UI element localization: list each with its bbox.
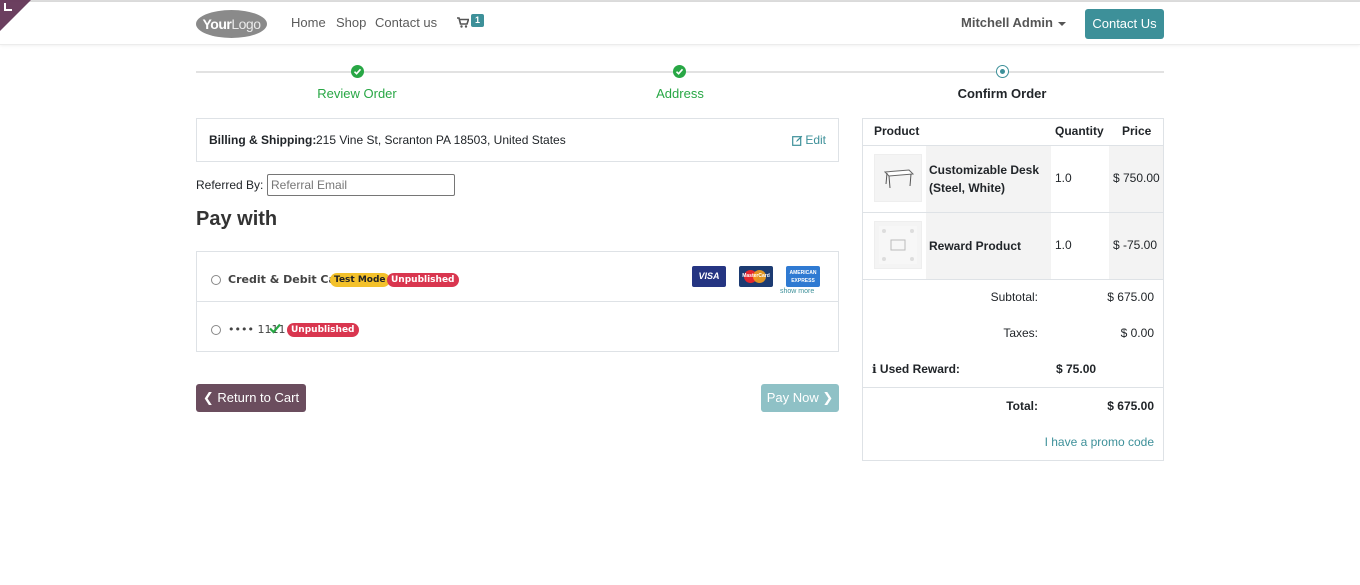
billing-shipping-box: Billing & Shipping: 215 Vine St, Scranto… — [196, 118, 839, 162]
item-price: $ 750.00 — [1113, 171, 1160, 185]
step-address-check-icon — [673, 65, 686, 78]
verified-check-icon — [269, 323, 281, 334]
billing-address: 215 Vine St, Scranton PA 18503, United S… — [316, 133, 566, 147]
pay-with-heading: Pay with — [196, 208, 278, 230]
item-qty: 1.0 — [1055, 238, 1072, 252]
site-logo[interactable]: YourLogo — [196, 10, 267, 38]
return-to-cart-button[interactable]: ❮ Return to Cart — [196, 384, 306, 412]
edit-icon — [792, 135, 803, 146]
step-address[interactable]: Address — [600, 86, 760, 101]
navbar: YourLogo Home Shop Contact us 1 Mitchell… — [0, 2, 1360, 45]
payment-methods-box: Credit & Debit Card Test Mode Unpublishe… — [196, 251, 839, 352]
progress-line-left — [196, 71, 680, 73]
total-label: Total: — [1006, 399, 1038, 413]
used-reward-value: $ 75.00 — [1056, 362, 1097, 376]
show-more-link[interactable]: show more — [780, 288, 814, 295]
chevron-right-icon: ❯ — [818, 390, 834, 405]
pay-now-button[interactable]: Pay Now ❯ — [761, 384, 839, 412]
billing-label: Billing & Shipping: — [209, 133, 317, 147]
taxes-label: Taxes: — [1003, 326, 1038, 340]
test-mode-badge: Test Mode — [330, 273, 390, 287]
unpublished-badge: Unpublished — [287, 323, 359, 337]
subtotal-label: Subtotal: — [990, 290, 1038, 304]
user-menu-dropdown[interactable]: Mitchell Admin — [961, 15, 1066, 30]
step-confirm-order: Confirm Order — [957, 86, 1047, 101]
header-quantity: Quantity — [1055, 124, 1104, 138]
edit-label: Edit — [805, 133, 826, 147]
step-review-order[interactable]: Review Order — [277, 86, 437, 101]
edit-address-link[interactable]: Edit — [792, 133, 826, 147]
unpublished-badge: Unpublished — [387, 273, 459, 287]
user-name: Mitchell Admin — [961, 15, 1053, 30]
return-label: Return to Cart — [217, 390, 300, 405]
referral-email-input[interactable] — [267, 174, 455, 196]
line-item: Reward Product 1.0 $ -75.00 — [863, 212, 1163, 279]
referred-by-label: Referred By: — [196, 178, 264, 192]
used-reward-label: ℹ Used Reward: — [872, 362, 992, 376]
cart-count-badge: 1 — [471, 14, 485, 27]
step-confirm-dot-icon — [996, 65, 1009, 78]
used-reward-text: Used Reward: — [879, 362, 960, 376]
header-price: Price — [1122, 124, 1152, 138]
totals-divider — [863, 279, 1163, 280]
desk-product-image — [874, 154, 922, 202]
subtotal-value: $ 675.00 — [1107, 290, 1154, 304]
visa-card-icon: VISA — [692, 266, 726, 287]
item-price: $ -75.00 — [1113, 238, 1158, 252]
progress-line-right — [680, 71, 1164, 73]
item-qty: 1.0 — [1055, 171, 1072, 185]
payment-method-card[interactable]: Credit & Debit Card Test Mode Unpublishe… — [197, 252, 838, 302]
chevron-left-icon: ❮ — [202, 390, 218, 405]
info-icon: ℹ — [872, 362, 880, 376]
total-divider — [863, 387, 1163, 388]
step-review-check-icon — [351, 65, 364, 78]
credit-card-radio[interactable] — [211, 275, 221, 285]
header-product: Product — [874, 124, 920, 138]
saved-card-radio[interactable] — [211, 325, 221, 335]
logo-light-text: Logo — [231, 16, 261, 32]
taxes-value: $ 0.00 — [1120, 326, 1154, 340]
pay-label: Pay Now — [766, 390, 819, 405]
nav-home[interactable]: Home — [291, 15, 326, 30]
nav-contact-us[interactable]: Contact us — [375, 15, 437, 30]
mastercard-label: MasterCard — [742, 273, 770, 279]
line-item: Customizable Desk (Steel, White) 1.0 $ 7… — [863, 145, 1163, 212]
item-name: Customizable Desk (Steel, White) — [929, 163, 1040, 195]
contact-us-button[interactable]: Contact Us — [1085, 9, 1164, 39]
gift-product-image — [874, 221, 922, 269]
mastercard-icon: MasterCard — [739, 266, 773, 287]
order-summary: Product Quantity Price Customizable Desk… — [862, 118, 1164, 461]
shopping-cart-icon[interactable] — [457, 17, 469, 28]
total-value: $ 675.00 — [1107, 399, 1154, 413]
caret-down-icon — [1057, 21, 1066, 26]
nav-shop[interactable]: Shop — [336, 15, 366, 30]
promo-code-link[interactable]: I have a promo code — [1045, 435, 1154, 449]
amex-card-icon: AMERICAN EXPRESS — [786, 266, 820, 287]
payment-method-token[interactable]: •••• 1111 Unpublished — [197, 302, 838, 352]
item-name: Reward Product — [929, 239, 1022, 253]
logo-bold-text: Your — [202, 16, 232, 32]
